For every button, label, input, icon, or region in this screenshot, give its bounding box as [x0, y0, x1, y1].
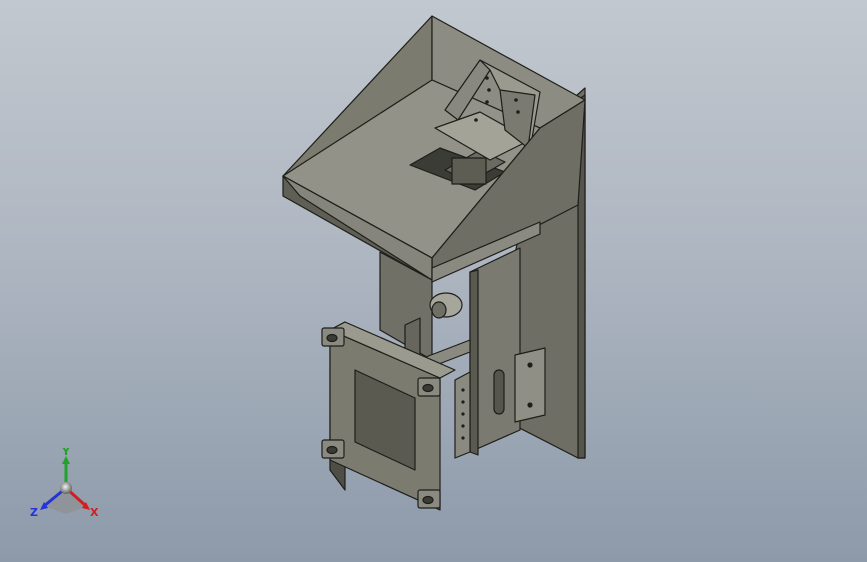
guide-hole-5: [461, 436, 465, 440]
foot-bottom-right[interactable]: [417, 489, 441, 509]
roller-end: [431, 301, 447, 319]
bracket-hole-4: [514, 98, 518, 102]
guide-hole-1: [461, 388, 465, 392]
guide-hole-4: [461, 424, 465, 428]
triad-origin: [60, 482, 72, 494]
cad-model-view[interactable]: [0, 0, 867, 562]
triad-z-label: Z: [30, 506, 38, 519]
guide-hole-2: [461, 400, 465, 404]
bracket-hole-5: [516, 110, 520, 114]
bracket-hole-6: [474, 118, 478, 122]
foot-bottom-left[interactable]: [321, 439, 345, 459]
side-mount-hole-1: [527, 362, 533, 368]
side-mount-bracket[interactable]: [514, 347, 546, 423]
bracket-hole-1: [485, 76, 489, 80]
graphics-viewport[interactable]: Y X Z: [0, 0, 867, 562]
foot-top-right[interactable]: [417, 377, 441, 397]
axis-triad: Y X Z: [30, 448, 99, 519]
triad-x-label: X: [90, 506, 99, 519]
bracket-hole-2: [487, 88, 491, 92]
side-mount-hole-2: [527, 402, 533, 408]
column-side[interactable]: [469, 269, 479, 456]
triad-y-label: Y: [61, 448, 71, 458]
column-slot: [493, 369, 505, 415]
foot-top-left[interactable]: [321, 327, 345, 347]
hopper-assembly[interactable]: [282, 15, 586, 511]
bracket-hole-3: [485, 100, 489, 104]
guide-hole-3: [461, 412, 465, 416]
opening-block[interactable]: [451, 157, 487, 185]
